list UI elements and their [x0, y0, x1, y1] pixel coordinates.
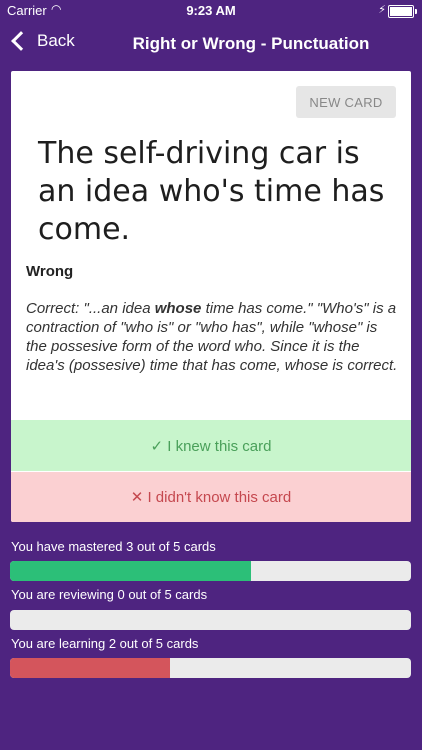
didnt-know-card-button[interactable]: ✕ I didn't know this card: [11, 472, 411, 522]
new-card-button[interactable]: NEW CARD: [296, 86, 396, 118]
learning-progress-fill: [10, 658, 171, 678]
back-label: Back: [37, 31, 75, 50]
explanation-emphasis: whose: [154, 300, 202, 317]
card-verdict: Wrong: [26, 263, 74, 280]
status-bar: Carrier ◠ 9:23 AM ⚡: [0, 0, 422, 22]
page-title: Right or Wrong - Punctuation: [132, 34, 370, 53]
charging-icon: ⚡: [378, 4, 386, 16]
card-explanation: Correct: "...an idea whose time has come…: [26, 299, 401, 375]
mastered-progress-fill: [10, 561, 251, 581]
clock: 9:23 AM: [186, 3, 236, 18]
explanation-text-start: Correct: "...an idea: [26, 300, 155, 317]
card-question: The self-driving car is an idea who's ti…: [38, 136, 385, 247]
navigation-bar: Back Right or Wrong - Punctuation: [0, 22, 422, 66]
chevron-left-icon: [11, 31, 31, 51]
learning-progress-bar: [10, 658, 411, 678]
battery-icon: [388, 5, 417, 18]
learning-label: You are learning 2 out of 5 cards: [11, 636, 199, 651]
mastered-progress-bar: [10, 561, 411, 581]
reviewing-progress-bar: [10, 610, 411, 630]
mastered-label: You have mastered 3 out of 5 cards: [11, 539, 216, 554]
knew-card-button[interactable]: ✓ I knew this card: [11, 420, 411, 471]
reviewing-label: You are reviewing 0 out of 5 cards: [11, 587, 208, 602]
back-button[interactable]: Back: [10, 31, 75, 51]
flashcard: NEW CARD The self-driving car is an idea…: [11, 71, 411, 522]
